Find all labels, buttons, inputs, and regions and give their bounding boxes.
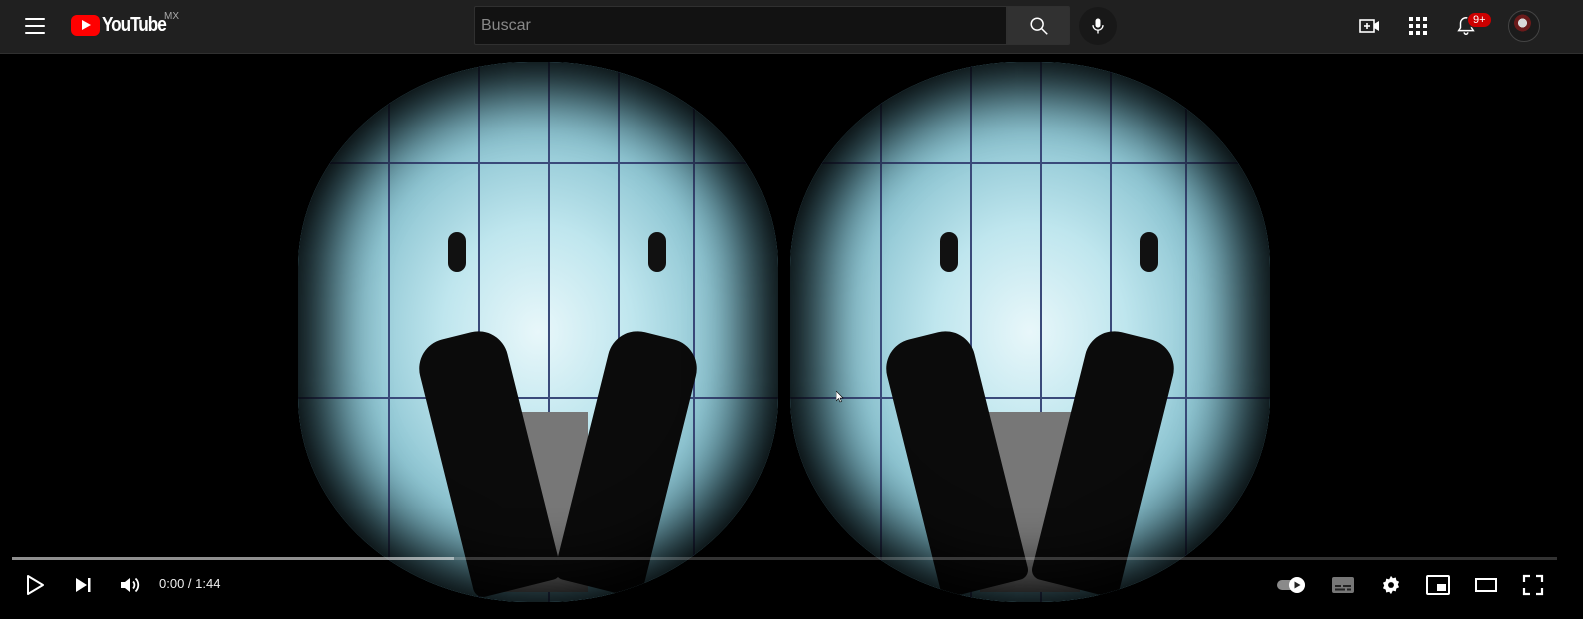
- video-frame-right-eye: [790, 62, 1270, 602]
- search-button[interactable]: [1007, 6, 1070, 45]
- settings-button[interactable]: [1377, 571, 1405, 599]
- video-frame-left-eye: [298, 62, 778, 602]
- progress-loaded: [12, 557, 454, 560]
- mouse-cursor-icon: [836, 391, 844, 403]
- apps-grid-icon[interactable]: [1405, 13, 1431, 39]
- time-display: 0:00 / 1:44: [159, 576, 221, 591]
- avatar[interactable]: [1508, 10, 1540, 42]
- play-icon: [27, 575, 44, 595]
- notification-badge: 9+: [1467, 12, 1492, 28]
- create-video-icon[interactable]: [1357, 13, 1383, 39]
- volume-icon: [121, 577, 140, 593]
- subtitles-button[interactable]: [1329, 571, 1357, 599]
- video-player[interactable]: [0, 54, 1583, 619]
- subtitles-icon: [1332, 577, 1354, 593]
- progress-bar[interactable]: [12, 557, 1557, 560]
- volume-button[interactable]: [116, 571, 144, 599]
- search-icon: [1029, 16, 1048, 35]
- logo-text: YouTube: [102, 14, 167, 36]
- voice-search-button[interactable]: [1079, 7, 1117, 45]
- search-input[interactable]: [475, 7, 1006, 44]
- youtube-logo[interactable]: YouTube: [71, 14, 176, 37]
- youtube-play-logo-icon: [71, 15, 100, 36]
- next-button[interactable]: [69, 571, 97, 599]
- menu-icon[interactable]: [24, 15, 46, 37]
- autoplay-toggle[interactable]: [1276, 571, 1310, 599]
- miniplayer-icon: [1426, 575, 1450, 595]
- country-code: MX: [164, 11, 179, 22]
- theater-mode-button[interactable]: [1472, 571, 1500, 599]
- fullscreen-icon: [1522, 574, 1544, 596]
- mic-icon: [1092, 18, 1104, 34]
- autoplay-toggle-icon: [1277, 577, 1305, 593]
- fullscreen-button[interactable]: [1519, 571, 1547, 599]
- miniplayer-button[interactable]: [1424, 571, 1452, 599]
- play-button[interactable]: [21, 571, 49, 599]
- search-box: [474, 6, 1007, 45]
- masthead: YouTube MX 9+: [0, 0, 1583, 54]
- settings-gear-icon: [1382, 575, 1400, 595]
- next-icon: [76, 578, 91, 592]
- theater-mode-icon: [1475, 578, 1497, 592]
